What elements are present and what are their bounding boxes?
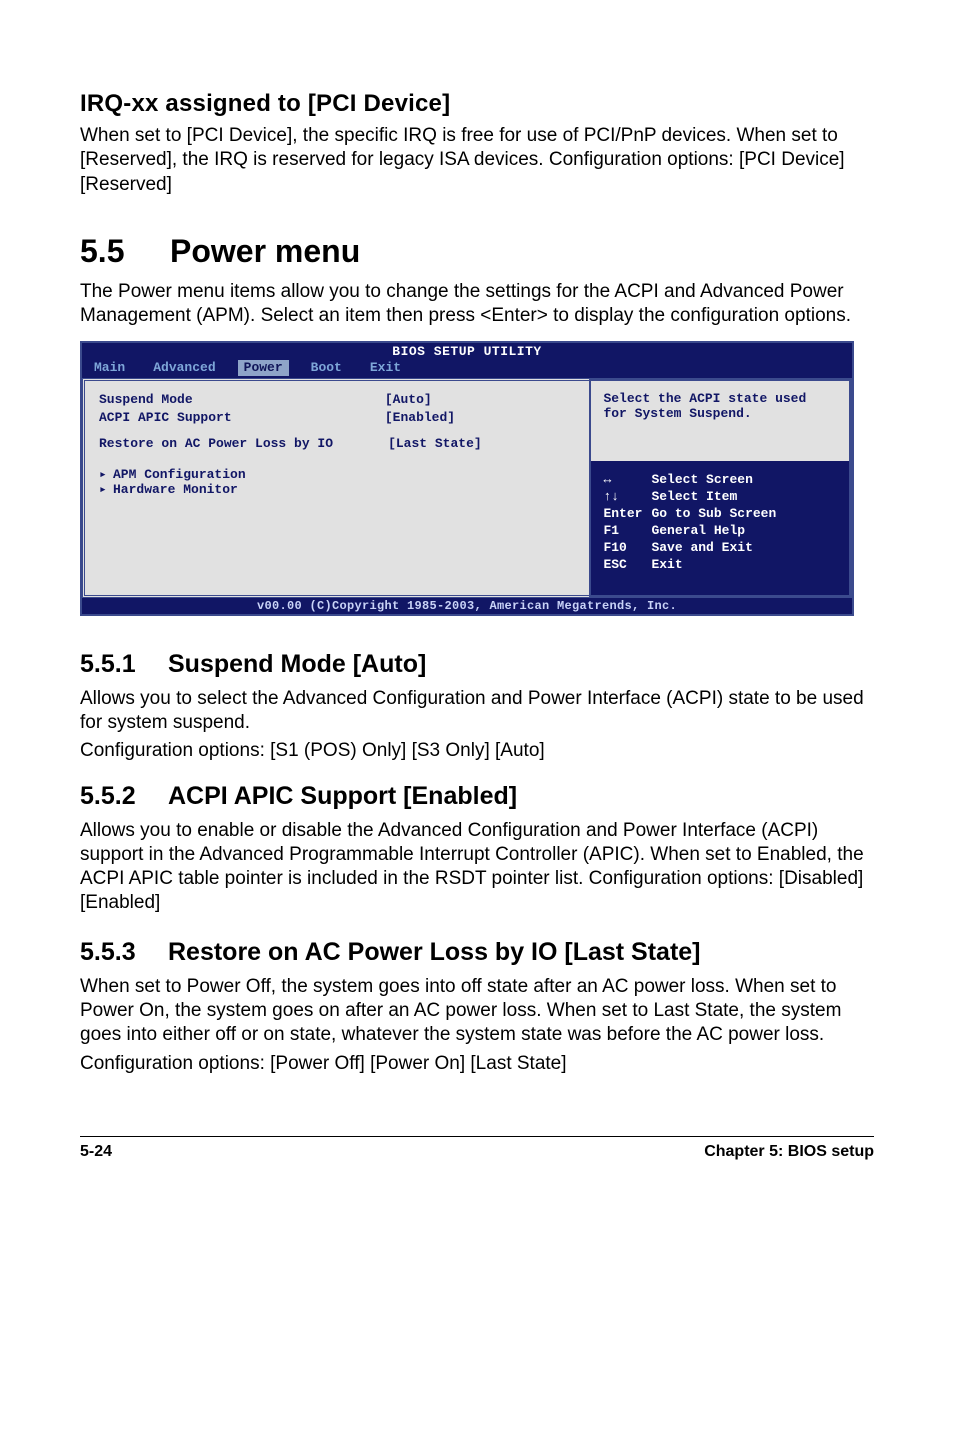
heading-5-5-3: 5.5.3Restore on AC Power Loss by IO [Las… [80,938,874,967]
bios-tab-bar: Main Advanced Power Boot Exit [82,360,852,378]
heading-title: Restore on AC Power Loss by IO [Last Sta… [168,938,701,966]
bios-tab-advanced[interactable]: Advanced [147,360,221,376]
bios-title: BIOS SETUP UTILITY [82,343,852,360]
bios-sub-label: Hardware Monitor [113,482,238,497]
bios-sub-apm[interactable]: ▸APM Configuration [99,467,575,482]
bios-label: Restore on AC Power Loss by IO [99,435,380,453]
text-5-5-1a: Allows you to select the Advanced Config… [80,687,874,736]
bios-key: Enter [603,505,651,522]
bios-label: ACPI APIC Support [99,409,385,427]
page-number: 5-24 [80,1143,112,1161]
bios-sub-hardware[interactable]: ▸Hardware Monitor [99,482,575,497]
bios-tab-boot[interactable]: Boot [305,360,348,376]
page-content: IRQ-xx assigned to [PCI Device] When set… [0,0,954,1191]
bios-value: [Last State] [380,435,575,453]
bios-row-suspend[interactable]: Suspend Mode [Auto] [99,391,575,409]
bios-row-restore[interactable]: Restore on AC Power Loss by IO [Last Sta… [99,435,575,453]
bios-key-action: Save and Exit [651,539,752,556]
bios-value: [Enabled] [385,409,576,427]
text-irq: When set to [PCI Device], the specific I… [80,124,874,197]
bios-copyright: v00.00 (C)Copyright 1985-2003, American … [82,598,852,614]
text-5-5-3b: Configuration options: [Power Off] [Powe… [80,1052,874,1076]
bios-body: Suspend Mode [Auto] ACPI APIC Support [E… [82,378,852,598]
bios-tab-exit[interactable]: Exit [364,360,407,376]
heading-title: Power menu [170,233,360,269]
bios-key-action: Select Item [651,488,737,505]
bios-key-action: Exit [651,556,682,573]
bios-side-area: Select the ACPI state used for System Su… [589,378,852,598]
bios-key: ESC [603,556,651,573]
bios-tab-main[interactable]: Main [88,360,131,376]
heading-title: ACPI APIC Support [Enabled] [168,782,517,810]
bios-key-action: General Help [651,522,745,539]
page-footer: 5-24 Chapter 5: BIOS setup [80,1136,874,1161]
chapter-label: Chapter 5: BIOS setup [704,1143,874,1161]
text-5-5: The Power menu items allow you to change… [80,280,874,329]
bios-label: Suspend Mode [99,391,385,409]
bios-help-text: Select the ACPI state used for System Su… [591,381,849,461]
heading-5-5-1: 5.5.1Suspend Mode [Auto] [80,650,874,679]
heading-number: 5.5.2 [80,782,168,811]
heading-number: 5.5.3 [80,938,168,967]
bios-key: F10 [603,539,651,556]
heading-number: 5.5.1 [80,650,168,679]
bios-key: ↑↓ [603,488,651,505]
bios-key: ↔ [603,471,651,488]
bios-key: F1 [603,522,651,539]
heading-irq: IRQ-xx assigned to [PCI Device] [80,90,874,118]
bios-key-action: Go to Sub Screen [651,505,776,522]
bios-key-action: Select Screen [651,471,752,488]
bios-key-legend: ↔Select Screen ↑↓Select Item EnterGo to … [591,461,849,595]
bios-tab-power[interactable]: Power [238,360,289,376]
text-5-5-1b: Configuration options: [S1 (POS) Only] [… [80,739,874,763]
heading-number: 5.5 [80,233,170,270]
chevron-right-icon: ▸ [99,467,113,482]
chevron-right-icon: ▸ [99,482,113,497]
bios-sub-label: APM Configuration [113,467,246,482]
bios-panel: BIOS SETUP UTILITY Main Advanced Power B… [80,341,854,616]
heading-title: Suspend Mode [Auto] [168,650,426,678]
text-5-5-2: Allows you to enable or disable the Adva… [80,819,874,916]
bios-main-area: Suspend Mode [Auto] ACPI APIC Support [E… [82,378,589,598]
text-5-5-3a: When set to Power Off, the system goes i… [80,975,874,1048]
heading-5-5-2: 5.5.2ACPI APIC Support [Enabled] [80,782,874,811]
bios-value: [Auto] [385,391,576,409]
bios-row-acpi[interactable]: ACPI APIC Support [Enabled] [99,409,575,427]
heading-5-5: 5.5Power menu [80,233,874,270]
